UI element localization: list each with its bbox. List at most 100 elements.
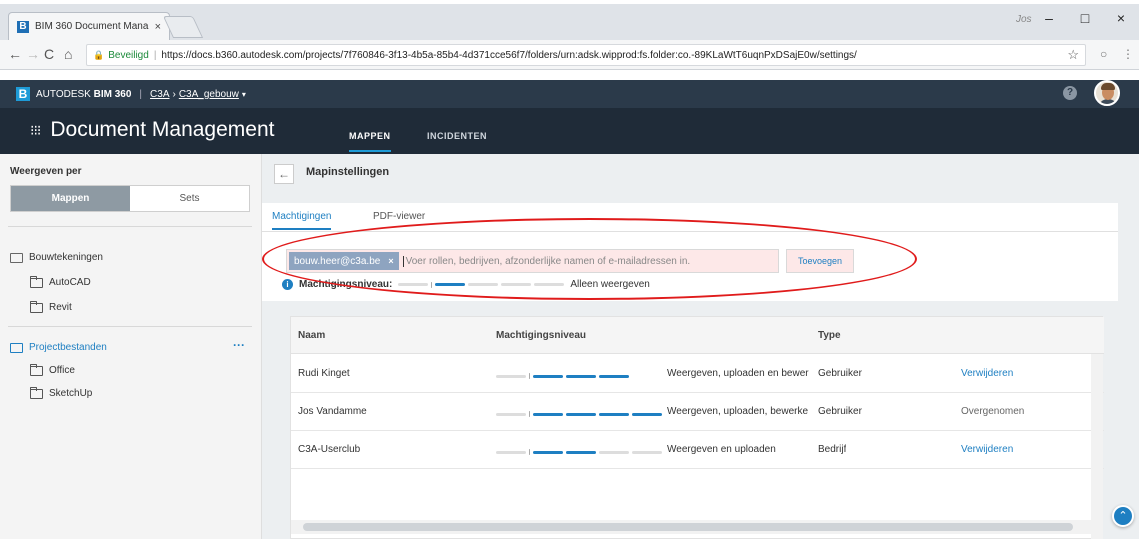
row-name: Rudi Kinget xyxy=(298,368,350,379)
sidebar-item-label: Bouwtekeningen xyxy=(29,252,103,263)
tab-incidenten[interactable]: INCIDENTEN xyxy=(427,131,487,141)
home-icon[interactable]: ⌂ xyxy=(64,46,72,62)
settings-tabs: Machtigingen PDF-viewer xyxy=(262,203,1118,231)
horizontal-scrollbar[interactable] xyxy=(291,520,1091,534)
row-permission-text: Weergeven en uploaden xyxy=(667,444,776,455)
view-option-sets[interactable]: Sets xyxy=(130,186,249,211)
screenshot-root: B BIM 360 Document Mana × Jos – □ × ← → … xyxy=(0,0,1139,539)
project-files-icon xyxy=(10,342,23,353)
sidebar-item-sketchup[interactable]: SketchUp xyxy=(30,386,93,399)
sidebar-item-revit[interactable]: Revit xyxy=(30,300,72,313)
permission-level-row: i Machtigingsniveau: Alleen weergeven xyxy=(282,279,650,290)
column-header-naam[interactable]: Naam xyxy=(298,330,325,341)
url-separator: | xyxy=(153,49,157,61)
row-permission-bars[interactable] xyxy=(496,373,629,379)
view-toggle: Mappen Sets xyxy=(10,185,250,212)
view-option-mappen[interactable]: Mappen xyxy=(11,186,130,211)
back-button[interactable]: ← xyxy=(274,164,294,184)
search-input[interactable]: bouw.heer@c3a.be × Voer rollen, bedrijve… xyxy=(286,249,779,273)
bim360-favicon-icon: B xyxy=(17,20,29,33)
scrollbar-thumb[interactable] xyxy=(303,523,1073,531)
extension-icon[interactable]: ○ xyxy=(1100,47,1107,61)
page-title: Mapinstellingen xyxy=(306,166,390,178)
reload-icon[interactable]: C xyxy=(44,46,54,62)
sidebar-item-projectbestanden[interactable]: Projectbestanden xyxy=(10,342,107,353)
row-permission-bars[interactable] xyxy=(496,411,662,417)
info-icon: i xyxy=(282,279,293,290)
close-window-button[interactable]: × xyxy=(1103,10,1139,26)
drawing-set-icon xyxy=(10,252,23,263)
table-header: Naam Machtigingsniveau Type xyxy=(291,317,1104,354)
breadcrumb-project[interactable]: C3A xyxy=(150,89,169,100)
row-name: Jos Vandamme xyxy=(298,406,367,417)
maximize-button[interactable]: □ xyxy=(1067,10,1103,26)
sidebar-item-label: SketchUp xyxy=(49,388,93,399)
bim-header: B AUTODESK BIM 360 | C3A › C3A_gebouw ▾ xyxy=(0,80,1139,108)
sidebar-item-autocad[interactable]: AutoCAD xyxy=(30,275,91,288)
module-title: ⁝⁝⁝ Document Management xyxy=(30,118,274,142)
sidebar-item-office[interactable]: Office xyxy=(30,363,75,376)
permission-level-value: Alleen weergeven xyxy=(570,279,650,290)
back-arrow-icon[interactable]: ← xyxy=(8,46,22,62)
chip-close-icon[interactable]: × xyxy=(388,256,393,266)
address-bar: ← → C ⌂ 🔒 Beveiligd | https://docs.b360.… xyxy=(0,40,1139,70)
browser-menu-icon[interactable]: ⋮ xyxy=(1122,47,1134,61)
browser-profile-label[interactable]: Jos xyxy=(1016,14,1032,25)
row-permission-text: Weergeven, uploaden, bewerke xyxy=(667,406,809,417)
forward-arrow-icon[interactable]: → xyxy=(26,46,40,62)
module-title-text: Document Management xyxy=(50,118,275,141)
brand-name: BIM 360 xyxy=(93,88,132,100)
sidebar-item-label: Projectbestanden xyxy=(29,342,107,353)
row-type: Gebruiker xyxy=(818,406,862,417)
app-grid-icon[interactable]: ⁝⁝⁝ xyxy=(30,122,41,139)
breadcrumb-separator: › xyxy=(172,88,176,100)
row-permission-bars[interactable] xyxy=(496,449,662,455)
sidebar-item-label: Office xyxy=(49,365,75,376)
folder-icon xyxy=(30,363,43,376)
permissions-panel: bouw.heer@c3a.be × Voer rollen, bedrijve… xyxy=(262,231,1118,301)
folder-icon xyxy=(30,300,43,313)
remove-link[interactable]: Verwijderen xyxy=(961,444,1013,455)
permission-level-label: Machtigingsniveau: xyxy=(299,279,393,290)
row-type: Bedrijf xyxy=(818,444,847,455)
table-row: Rudi Kinget Weergeven, uploaden en bewer… xyxy=(291,355,1104,393)
column-header-type[interactable]: Type xyxy=(818,330,841,341)
table-row: Jos Vandamme Weergeven, uploaden, bewerk… xyxy=(291,393,1104,431)
folder-icon xyxy=(30,275,43,288)
bookmark-star-icon[interactable]: ☆ xyxy=(1067,47,1079,63)
url-text: https://docs.b360.autodesk.com/projects/… xyxy=(161,49,857,61)
add-button[interactable]: Toevoegen xyxy=(786,249,854,273)
module-bar: ⁝⁝⁝ Document Management MAPPEN INCIDENTE… xyxy=(0,108,1139,154)
browser-tab-title: BIM 360 Document Mana xyxy=(35,21,149,32)
sidebar-item-bouwtekeningen[interactable]: Bouwtekeningen xyxy=(10,252,103,263)
help-icon[interactable]: ? xyxy=(1063,86,1077,100)
sidebar-item-label: AutoCAD xyxy=(49,277,91,288)
lock-icon: 🔒 xyxy=(93,49,105,60)
tab-close-icon[interactable]: × xyxy=(155,21,161,33)
folder-icon xyxy=(30,386,43,399)
sidebar: Weergeven per Mappen Sets Bouwtekeningen… xyxy=(0,154,262,539)
learning-help-icon[interactable]: ⌃ xyxy=(1112,505,1134,527)
vertical-scrollbar[interactable] xyxy=(1091,354,1103,539)
row-name: C3A-Userclub xyxy=(298,444,361,455)
tab-machtigingen[interactable]: Machtigingen xyxy=(272,211,332,230)
sidebar-divider xyxy=(8,226,252,227)
chip-label: bouw.heer@c3a.be xyxy=(294,255,381,267)
column-header-machtigingsniveau[interactable]: Machtigingsniveau xyxy=(496,330,586,341)
remove-link[interactable]: Verwijderen xyxy=(961,368,1013,379)
bim360-logo-icon: B xyxy=(16,87,30,101)
main-content: ← Mapinstellingen Machtigingen PDF-viewe… xyxy=(262,154,1139,539)
recipient-chip: bouw.heer@c3a.be × xyxy=(289,252,399,270)
minimize-button[interactable]: – xyxy=(1031,10,1067,26)
breadcrumb-building[interactable]: C3A_gebouw xyxy=(179,89,239,100)
tab-mappen[interactable]: MAPPEN xyxy=(349,131,391,152)
tab-pdf-viewer[interactable]: PDF-viewer xyxy=(373,211,425,222)
more-options-icon[interactable]: ··· xyxy=(233,338,245,352)
permissions-table: Naam Machtigingsniveau Type Rudi Kinget … xyxy=(290,316,1104,539)
chevron-down-icon[interactable]: ▾ xyxy=(242,90,246,99)
avatar[interactable] xyxy=(1094,80,1120,106)
sidebar-heading: Weergeven per xyxy=(10,166,82,177)
browser-tab[interactable]: B BIM 360 Document Mana × xyxy=(8,12,170,40)
url-field[interactable]: 🔒 Beveiligd | https://docs.b360.autodesk… xyxy=(86,44,1086,66)
permission-level-selector[interactable] xyxy=(398,281,565,288)
